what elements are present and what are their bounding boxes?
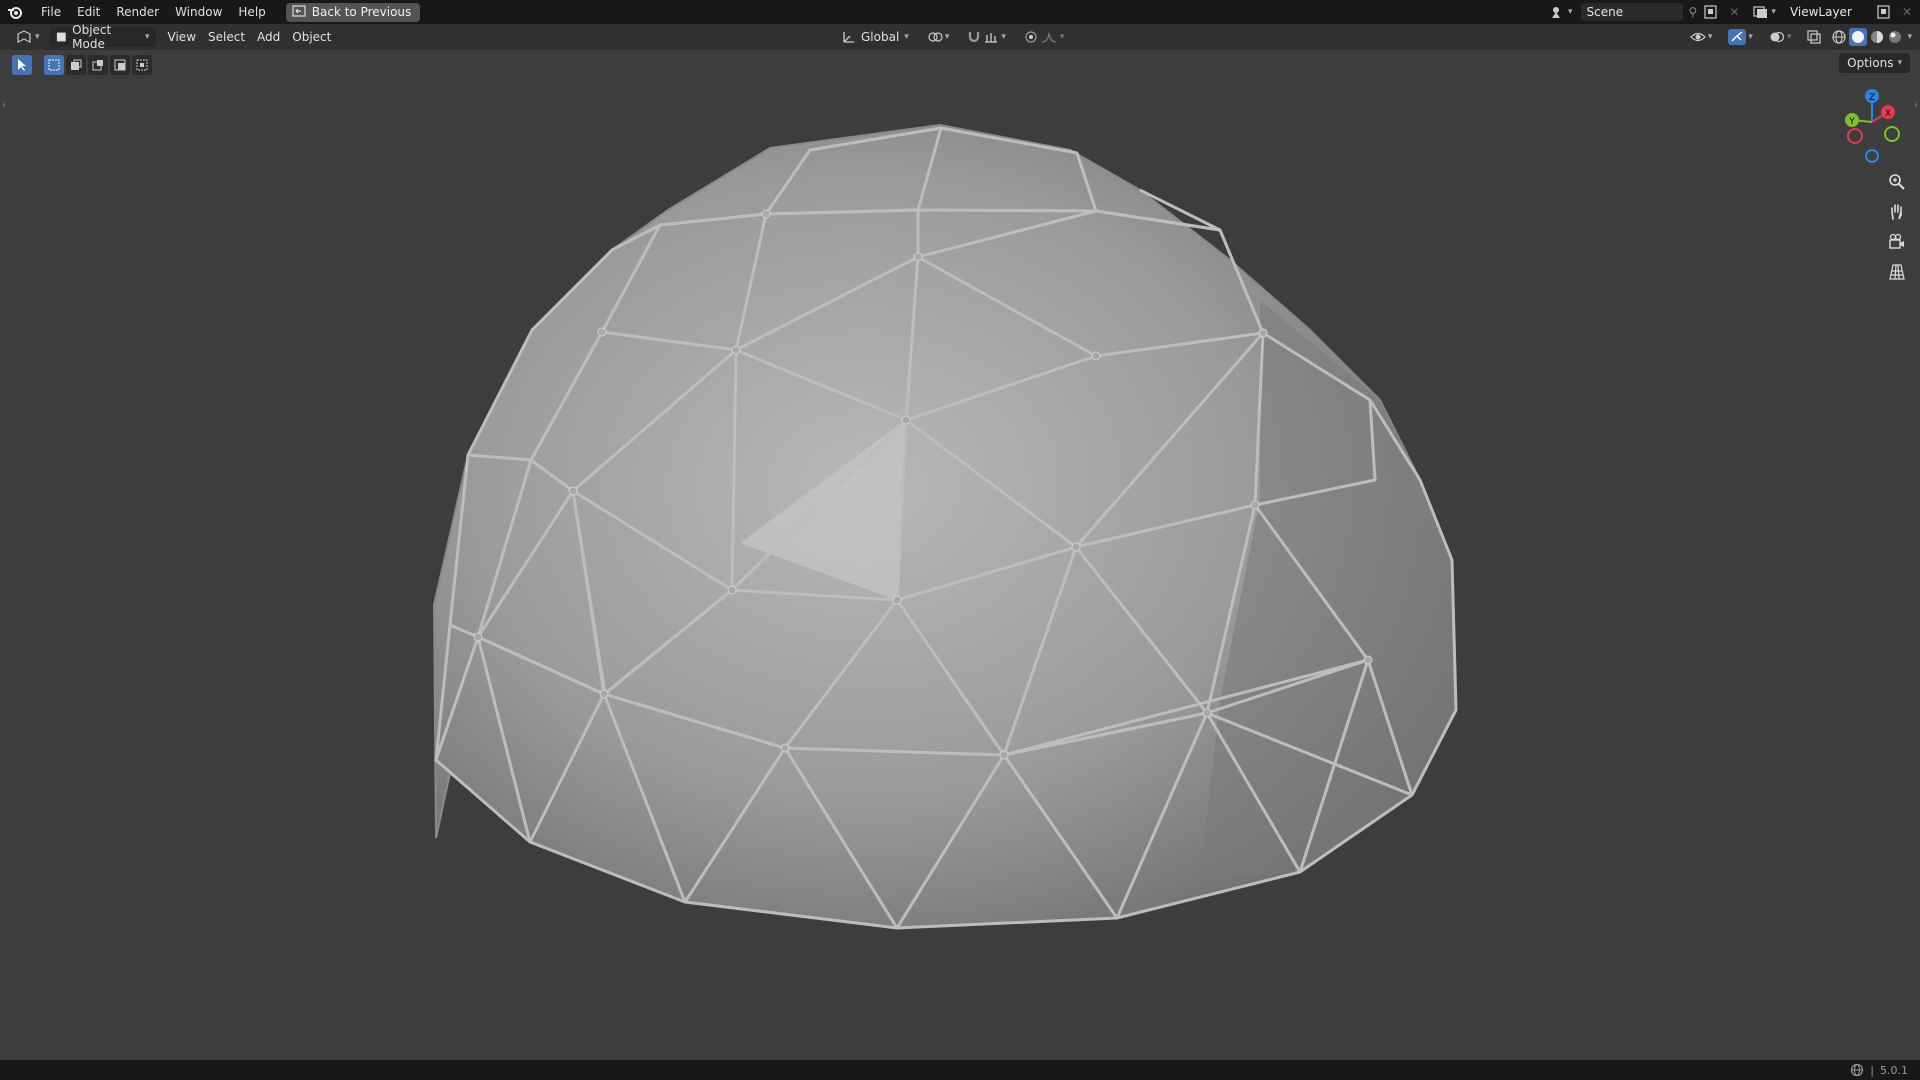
gizmo-neg-y-axis[interactable] <box>1884 126 1900 142</box>
svg-text:Y: Y <box>1848 117 1855 127</box>
status-separator: | <box>1870 1063 1874 1077</box>
select-tool-button[interactable] <box>12 55 32 75</box>
select-mode-subtract-button[interactable] <box>88 55 108 75</box>
gizmo-neg-x-axis[interactable] <box>1847 128 1863 144</box>
svg-text:X: X <box>1885 109 1891 119</box>
viewport-tool-row <box>12 54 152 76</box>
zoom-icon[interactable] <box>1884 170 1910 194</box>
options-dropdown[interactable]: Options ▾ <box>1839 53 1910 73</box>
select-mode-new-button[interactable] <box>44 55 64 75</box>
box-select-icon <box>48 59 60 71</box>
network-globe-icon[interactable] <box>1850 1063 1864 1077</box>
toolbar-expand-arrow-icon[interactable]: › <box>2 100 6 111</box>
subtract-select-icon <box>92 60 103 71</box>
invert-select-icon <box>114 59 126 71</box>
navigation-gizmo[interactable]: Z X Y <box>1820 82 1920 172</box>
svg-text:Z: Z <box>1869 93 1875 103</box>
version-label: 5.0.1 <box>1880 1063 1908 1077</box>
extend-select-icon <box>71 59 82 70</box>
status-bar: | 5.0.1 <box>0 1060 1920 1080</box>
camera-view-icon[interactable] <box>1884 230 1910 254</box>
select-mode-intersect-button[interactable] <box>132 55 152 75</box>
geodesic-dome-mesh[interactable] <box>0 0 1920 1080</box>
pan-hand-icon[interactable] <box>1884 200 1910 224</box>
perspective-grid-icon[interactable] <box>1884 260 1910 284</box>
cursor-icon <box>18 59 26 71</box>
gizmo-neg-z-axis[interactable] <box>1865 149 1879 163</box>
select-mode-extend-button[interactable] <box>66 55 86 75</box>
intersect-select-icon <box>136 59 148 71</box>
viewport-navigation-controls <box>1884 170 1910 284</box>
select-mode-invert-button[interactable] <box>110 55 130 75</box>
